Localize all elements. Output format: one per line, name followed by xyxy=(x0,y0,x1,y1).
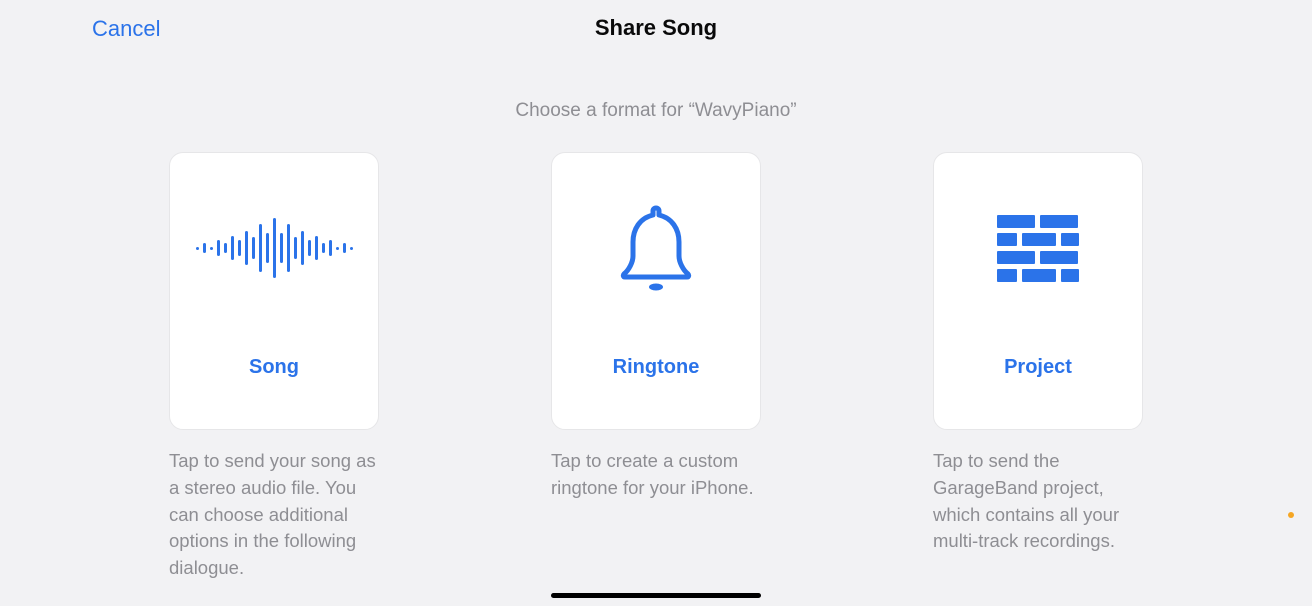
subtitle-label: Choose a format for “WavyPiano” xyxy=(0,100,1312,122)
option-song-description: Tap to send your song as a stereo audio … xyxy=(169,448,379,582)
option-song-label: Song xyxy=(249,356,299,379)
side-indicator-dot xyxy=(1288,512,1294,518)
option-project-card[interactable]: Project xyxy=(933,152,1143,430)
page-title: Share Song xyxy=(595,15,717,41)
tracks-icon xyxy=(934,153,1142,343)
header: Cancel Share Song xyxy=(0,0,1312,56)
option-ringtone-label: Ringtone xyxy=(613,356,700,379)
option-ringtone: Ringtone Tap to create a custom ringtone… xyxy=(551,152,761,582)
option-project-description: Tap to send the GarageBand project, whic… xyxy=(933,448,1143,555)
option-ringtone-card[interactable]: Ringtone xyxy=(551,152,761,430)
cancel-button[interactable]: Cancel xyxy=(92,16,160,42)
option-ringtone-description: Tap to create a custom ringtone for your… xyxy=(551,448,761,502)
option-project-label: Project xyxy=(1004,356,1072,379)
home-indicator xyxy=(551,593,761,598)
waveform-icon xyxy=(170,153,378,343)
bell-icon xyxy=(552,153,760,343)
option-project: Project Tap to send the GarageBand proje… xyxy=(933,152,1143,582)
option-grid: Song Tap to send your song as a stereo a… xyxy=(0,152,1312,582)
option-song-card[interactable]: Song xyxy=(169,152,379,430)
option-song: Song Tap to send your song as a stereo a… xyxy=(169,152,379,582)
